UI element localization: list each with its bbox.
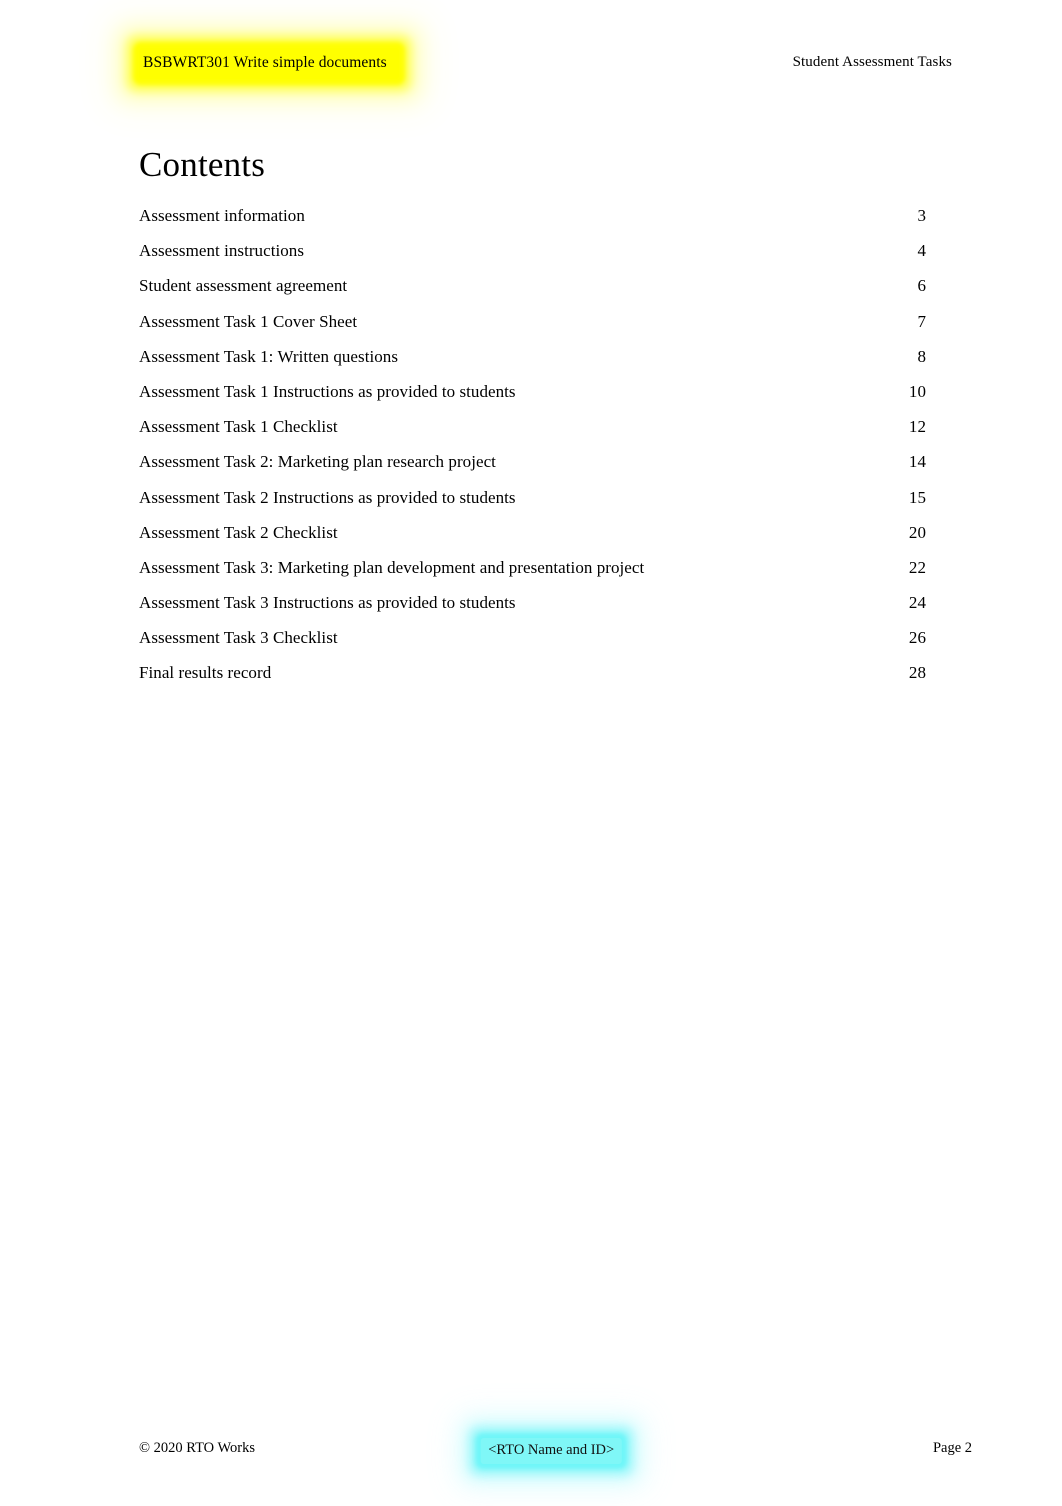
toc-entry[interactable]: Assessment Task 3 Checklist 26: [139, 627, 926, 662]
toc-entry-page: 26: [908, 628, 926, 648]
footer-page-number: Page 2: [932, 1440, 972, 1456]
document-page: BSBWRT301 Write simple documents Student…: [0, 0, 1062, 1506]
toc-entry[interactable]: Assessment instructions 4: [139, 240, 926, 275]
toc-entry-title: Assessment Task 3 Instructions as provid…: [139, 593, 516, 613]
toc-entry-title: Assessment Task 2 Instructions as provid…: [139, 487, 516, 507]
toc-entry-page: 14: [908, 452, 926, 472]
toc-entry-title: Student assessment agreement: [139, 276, 348, 296]
toc-entry[interactable]: Assessment Task 3 Instructions as provid…: [139, 592, 926, 627]
toc-entry-title: Assessment Task 3 Checklist: [139, 628, 338, 648]
header-document-type: Student Assessment Tasks: [792, 54, 952, 70]
toc-entry[interactable]: Assessment Task 3: Marketing plan develo…: [139, 557, 926, 592]
toc-entry[interactable]: Assessment Task 2 Checklist 20: [139, 522, 926, 557]
toc-entry-page: 3: [917, 206, 926, 225]
toc-entry-page: 8: [917, 346, 926, 366]
toc-entry[interactable]: Assessment Task 1 Cover Sheet 7: [139, 311, 926, 346]
course-title-highlight: BSBWRT301 Write simple documents: [139, 48, 399, 79]
footer-center: <RTO Name and ID>: [480, 1438, 623, 1464]
toc-entry-title: Assessment information: [139, 206, 305, 225]
toc-entry-title: Assessment Task 1: Written questions: [139, 346, 399, 366]
toc-entry-title: Assessment Task 1 Checklist: [139, 417, 338, 437]
page-header: BSBWRT301 Write simple documents Student…: [139, 48, 952, 80]
toc-entry-page: 6: [917, 276, 926, 296]
toc-entry-page: 22: [908, 557, 926, 577]
table-of-contents: Assessment information 3 Assessment inst…: [139, 205, 926, 698]
toc-entry-page: 4: [917, 241, 926, 261]
toc-entry[interactable]: Assessment information 3: [139, 205, 926, 240]
toc-entry-title: Assessment instructions: [139, 241, 305, 261]
toc-entry-page: 7: [917, 311, 926, 331]
header-left: BSBWRT301 Write simple documents: [139, 48, 399, 79]
toc-entry-title: Final results record: [139, 663, 272, 683]
toc-entry-page: 24: [908, 593, 926, 613]
toc-entry[interactable]: Final results record 28: [139, 662, 926, 697]
toc-entry[interactable]: Assessment Task 1 Checklist 12: [139, 416, 926, 451]
footer-copyright: © 2020 RTO Works: [139, 1440, 255, 1456]
toc-entry-title: Assessment Task 1 Cover Sheet: [139, 311, 358, 331]
toc-entry[interactable]: Assessment Task 2: Marketing plan resear…: [139, 451, 926, 486]
toc-entry[interactable]: Assessment Task 1 Instructions as provid…: [139, 381, 926, 416]
toc-entry-page: 12: [908, 417, 926, 437]
toc-entry-page: 10: [908, 381, 926, 401]
toc-entry[interactable]: Student assessment agreement 6: [139, 275, 926, 310]
toc-entry[interactable]: Assessment Task 2 Instructions as provid…: [139, 487, 926, 522]
toc-entry-title: Assessment Task 3: Marketing plan develo…: [139, 557, 645, 577]
toc-entry-title: Assessment Task 1 Instructions as provid…: [139, 381, 516, 401]
page-title: Contents: [139, 145, 266, 184]
page-footer: © 2020 RTO Works <RTO Name and ID> Page …: [139, 1438, 972, 1464]
toc-entry-page: 28: [908, 663, 926, 683]
toc-entry[interactable]: Assessment Task 1: Written questions 8: [139, 346, 926, 381]
toc-entry-page: 15: [908, 487, 926, 507]
content-area: Contents Assessment information 3 Assess…: [139, 143, 926, 698]
toc-entry-title: Assessment Task 2 Checklist: [139, 522, 338, 542]
toc-entry-page: 20: [908, 522, 926, 542]
toc-entry-title: Assessment Task 2: Marketing plan resear…: [139, 452, 496, 472]
rto-name-placeholder-highlight: <RTO Name and ID>: [480, 1438, 623, 1464]
